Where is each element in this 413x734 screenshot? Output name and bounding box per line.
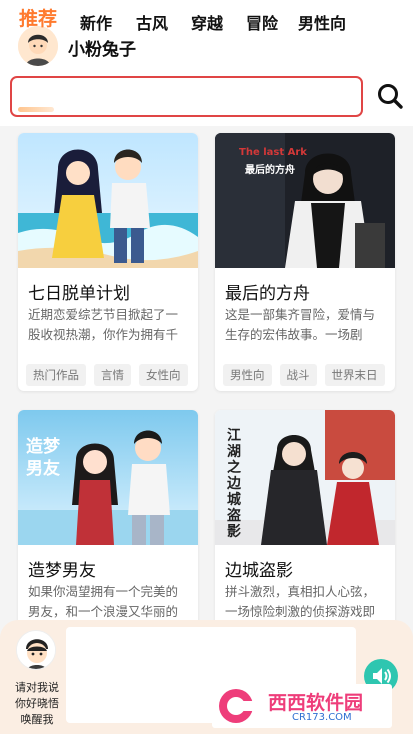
story-title: 边城盗影 (225, 561, 293, 581)
user-avatar[interactable] (18, 26, 58, 66)
story-title: 造梦男友 (28, 561, 96, 581)
story-card[interactable]: The last Ark 最后的方舟 最后的方舟 这是一部集齐冒险，爱情与生存的… (215, 133, 395, 391)
story-cover-image: The last Ark 最后的方舟 (215, 133, 395, 268)
tab-ancient[interactable]: 古风 (136, 10, 168, 34)
app-screen: 小粉兔子 推荐 新作 古风 穿越 冒险 男性向 七日脱单计划 近期恋爱综艺节目掀… (0, 0, 413, 734)
watermark-brand: 西西软件园 (268, 692, 364, 714)
cover-caption: 江湖之边城盗影 (227, 428, 241, 540)
top-header: 小粉兔子 推荐 新作 古风 穿越 冒险 男性向 (0, 0, 413, 126)
story-card[interactable]: 江湖之边城盗影 边城盗影 拼斗激烈，真相扣人心弦，一场惊险刺激的侦探游戏即 (215, 410, 395, 630)
avatar-image (18, 26, 58, 66)
tab-time-travel[interactable]: 穿越 (191, 10, 223, 34)
username: 小粉兔子 (68, 40, 136, 60)
story-card[interactable]: 七日脱单计划 近期恋爱综艺节目掀起了一股收视热潮，你作为拥有千万粉丝的人气美妆博… (18, 133, 198, 391)
assistant-wake-hint: 请对我说你好晓悟唤醒我 (15, 681, 59, 726)
story-title: 最后的方舟 (225, 284, 310, 304)
story-card[interactable]: 造梦男友 造梦男友 如果你渴望拥有一个完美的男友，和一个浪漫又华丽的 (18, 410, 198, 630)
cover-caption: 最后的方舟 (245, 165, 295, 176)
story-tag[interactable]: 热门作品 (26, 364, 86, 386)
story-tag[interactable]: 战斗 (279, 364, 317, 386)
assistant-avatar[interactable] (16, 630, 56, 670)
watermark-logo: 西西软件园 CR173.COM (212, 684, 392, 728)
tab-recommend[interactable]: 推荐 (19, 4, 57, 31)
story-tags: 热门作品 言情 女性向 (26, 364, 188, 386)
tab-new[interactable]: 新作 (80, 10, 112, 34)
story-tag[interactable]: 男性向 (223, 364, 272, 386)
cover-caption-en: The last Ark (239, 147, 307, 158)
story-description: 拼斗激烈，真相扣人心弦，一场惊险刺激的侦探游戏即 (225, 584, 376, 619)
story-description: 如果你渴望拥有一个完美的男友，和一个浪漫又华丽的 (28, 584, 179, 619)
search-icon[interactable] (376, 82, 404, 110)
active-tab-indicator (18, 107, 54, 112)
tab-adventure[interactable]: 冒险 (246, 10, 278, 34)
story-tag[interactable]: 世界末日 (324, 364, 385, 386)
category-tab-bar (10, 76, 363, 117)
story-description: 近期恋爱综艺节目掀起了一股收视热潮，你作为拥有千万粉丝的人气美妆博主，... (28, 307, 179, 342)
watermark-url: CR173.COM (292, 712, 352, 723)
cover-caption: 造梦男友 (26, 437, 60, 479)
story-cover-image: 造梦男友 (18, 410, 198, 545)
story-tag[interactable]: 女性向 (139, 364, 188, 386)
story-description: 这是一部集齐冒险，爱情与生存的宏伟故事。一场剧变，使地球的气温在短短... (225, 307, 376, 342)
story-title: 七日脱单计划 (28, 284, 130, 304)
story-cover-image (18, 133, 198, 268)
story-tags: 男性向 战斗 世界末日 (223, 364, 385, 386)
story-cover-image: 江湖之边城盗影 (215, 410, 395, 545)
tab-male-oriented[interactable]: 男性向 (298, 10, 346, 34)
watermark-emblem (219, 689, 256, 723)
story-tag[interactable]: 言情 (94, 364, 131, 386)
